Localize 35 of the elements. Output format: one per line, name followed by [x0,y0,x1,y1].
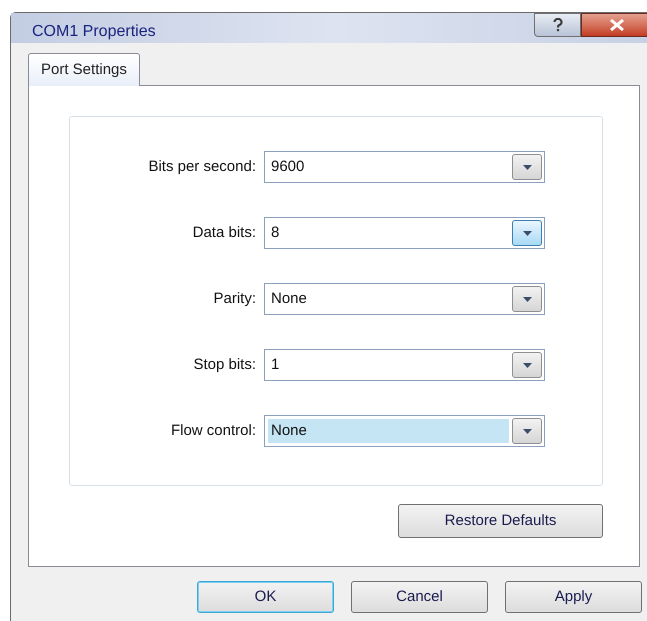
dropdown-value: 8 [270,222,280,243]
tab[interactable]: Port Settings [28,53,140,86]
dropdown-value: 9600 [270,156,306,177]
dropdown-field[interactable]: 8 [264,217,545,249]
field-label: Bits per second: [147,156,257,177]
dropdown-arrow-button[interactable] [512,220,542,246]
field-label: Flow control: [170,420,257,441]
dropdown-field[interactable]: None [264,415,545,447]
dialog-button[interactable]: Cancel [351,581,488,613]
dropdown-arrow-button[interactable] [512,418,542,444]
close-icon [609,19,625,31]
window-title: COM1 Properties [32,22,156,42]
dialog-button[interactable]: Apply [505,581,642,613]
dropdown-arrow-button[interactable] [512,154,542,180]
dropdown-field[interactable]: None [264,283,545,315]
caret-icon [522,296,532,302]
restore-defaults-button[interactable]: Restore Defaults [398,504,603,538]
dropdown-arrow-button[interactable] [512,352,542,378]
close-button[interactable] [581,13,647,37]
field-label: Parity: [212,288,257,309]
dropdown-arrow-button[interactable] [512,286,542,312]
dropdown-field[interactable]: 1 [264,349,545,381]
dropdown-value: None [268,419,509,443]
field-label: Stop bits: [192,354,257,375]
caret-icon [522,164,532,170]
dialog-button[interactable]: OK [197,581,334,613]
dropdown-value: 1 [270,354,280,375]
caret-icon [522,230,532,236]
help-button[interactable] [534,13,581,37]
field-label: Data bits: [192,222,257,243]
dropdown-value: None [270,288,308,309]
caret-icon [522,428,532,434]
caret-icon [522,362,532,368]
help-icon [552,18,562,32]
dropdown-field[interactable]: 9600 [264,151,545,183]
